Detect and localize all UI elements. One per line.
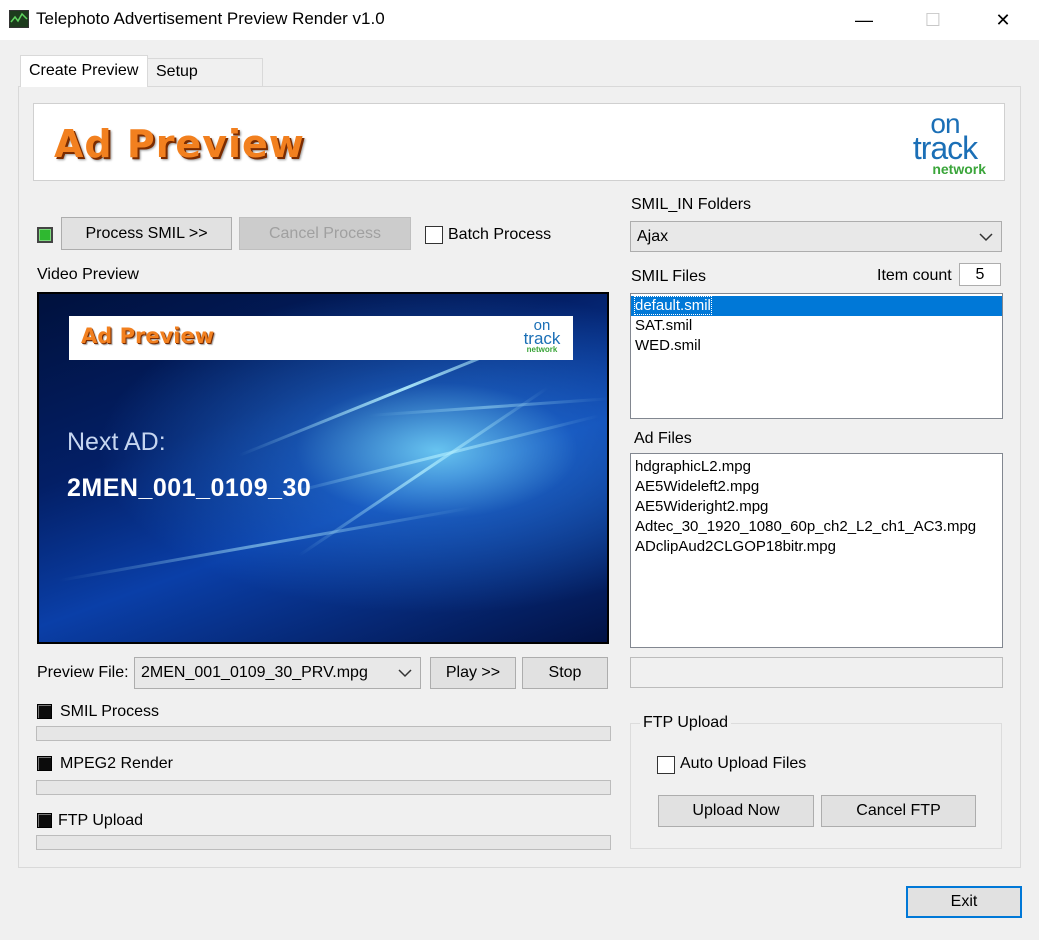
- ontrack-logo: on track network: [900, 110, 990, 177]
- ad-file-item[interactable]: Adtec_30_1920_1080_60p_ch2_L2_ch1_AC3.mp…: [631, 517, 1002, 537]
- status-field: [630, 657, 1003, 688]
- status-led-active: [37, 227, 53, 243]
- ftp-upload-led: [37, 813, 52, 828]
- header-banner: Ad Preview on track network: [33, 103, 1005, 181]
- auto-upload-checkbox[interactable]: [657, 756, 675, 774]
- ad-file-item[interactable]: ADclipAud2CLGOP18bitr.mpg: [631, 537, 1002, 557]
- close-icon: ✕: [995, 9, 1011, 30]
- mpeg2-render-progress: [36, 780, 611, 795]
- smil-file-item[interactable]: default.smil: [631, 296, 1002, 316]
- ftp-upload-group: [630, 723, 1002, 849]
- next-ad-label: Next AD:: [67, 428, 166, 456]
- maximize-button[interactable]: ☐: [904, 0, 962, 40]
- window-title: Telephoto Advertisement Preview Render v…: [36, 9, 385, 28]
- smil-file-item-label: default.smil: [634, 296, 712, 315]
- mpeg2-render-label: MPEG2 Render: [60, 755, 173, 772]
- smil-in-folders-select[interactable]: Ajax: [630, 221, 1002, 252]
- stop-button[interactable]: Stop: [522, 657, 608, 689]
- auto-upload-label: Auto Upload Files: [680, 755, 807, 772]
- minimize-icon: —: [855, 9, 873, 30]
- smil-file-item[interactable]: SAT.smil: [631, 316, 1002, 336]
- exit-button[interactable]: Exit: [906, 886, 1022, 918]
- chevron-down-icon: [398, 669, 412, 678]
- video-light-streak: [278, 414, 600, 497]
- tab-create-preview[interactable]: Create Preview: [20, 55, 148, 87]
- batch-process-checkbox[interactable]: [425, 226, 443, 244]
- ad-files-label: Ad Files: [634, 430, 692, 447]
- ftp-upload-progress: [36, 835, 611, 850]
- smil-in-folders-value: Ajax: [637, 227, 669, 245]
- app-icon: [9, 10, 29, 28]
- mpeg2-render-led: [37, 756, 52, 771]
- preview-file-label: Preview File:: [37, 664, 129, 681]
- title-bar: Telephoto Advertisement Preview Render v…: [0, 0, 1039, 40]
- video-preview: Ad Preview on track network Next AD: 2ME…: [37, 292, 609, 644]
- preview-file-select[interactable]: 2MEN_001_0109_30_PRV.mpg: [134, 657, 421, 689]
- tab-setup[interactable]: Setup: [147, 58, 263, 86]
- maximize-icon: ☐: [924, 9, 942, 30]
- cancel-ftp-button[interactable]: Cancel FTP: [821, 795, 976, 827]
- ad-file-item[interactable]: AE5Wideleft2.mpg: [631, 477, 1002, 497]
- smil-file-item[interactable]: WED.smil: [631, 336, 1002, 356]
- smil-process-progress: [36, 726, 611, 741]
- smil-file-item-label: SAT.smil: [635, 317, 693, 334]
- logo-line-track: track: [912, 130, 978, 166]
- smil-process-label: SMIL Process: [60, 703, 159, 720]
- process-smil-button[interactable]: Process SMIL >>: [61, 217, 232, 250]
- banner-title: Ad Preview: [54, 122, 305, 166]
- ad-file-item[interactable]: hdgraphicL2.mpg: [631, 457, 1002, 477]
- batch-process-label: Batch Process: [448, 226, 552, 243]
- ad-files-list[interactable]: hdgraphicL2.mpg AE5Wideleft2.mpg AE5Wideri…: [630, 453, 1003, 648]
- play-button[interactable]: Play >>: [430, 657, 516, 689]
- video-overlay-banner: Ad Preview on track network: [69, 316, 573, 360]
- preview-file-value: 2MEN_001_0109_30_PRV.mpg: [141, 664, 368, 681]
- minimize-button[interactable]: —: [835, 0, 893, 40]
- smil-process-led: [37, 704, 52, 719]
- next-ad-value: 2MEN_001_0109_30: [67, 474, 312, 502]
- video-light-streak: [58, 506, 473, 582]
- smil-in-folders-label: SMIL_IN Folders: [631, 196, 752, 213]
- smil-files-list[interactable]: default.smil SAT.smil WED.smil: [630, 293, 1003, 419]
- video-ontrack-logo: on track network: [517, 318, 567, 354]
- video-overlay-title: Ad Preview: [81, 324, 215, 348]
- upload-now-button[interactable]: Upload Now: [658, 795, 814, 827]
- cancel-process-button[interactable]: Cancel Process: [239, 217, 411, 250]
- video-light-streak: [368, 397, 607, 417]
- smil-files-label: SMIL Files: [631, 268, 706, 285]
- ftp-upload-label: FTP Upload: [58, 812, 144, 829]
- item-count-label: Item count: [877, 267, 952, 284]
- smil-file-item-label: WED.smil: [635, 337, 701, 354]
- close-button[interactable]: ✕: [974, 0, 1032, 40]
- ad-file-item[interactable]: AE5Wideright2.mpg: [631, 497, 1002, 517]
- item-count-field: 5: [959, 263, 1001, 286]
- chevron-down-icon: [979, 232, 993, 241]
- ftp-upload-group-title: FTP Upload: [640, 714, 732, 732]
- video-preview-label: Video Preview: [37, 266, 139, 283]
